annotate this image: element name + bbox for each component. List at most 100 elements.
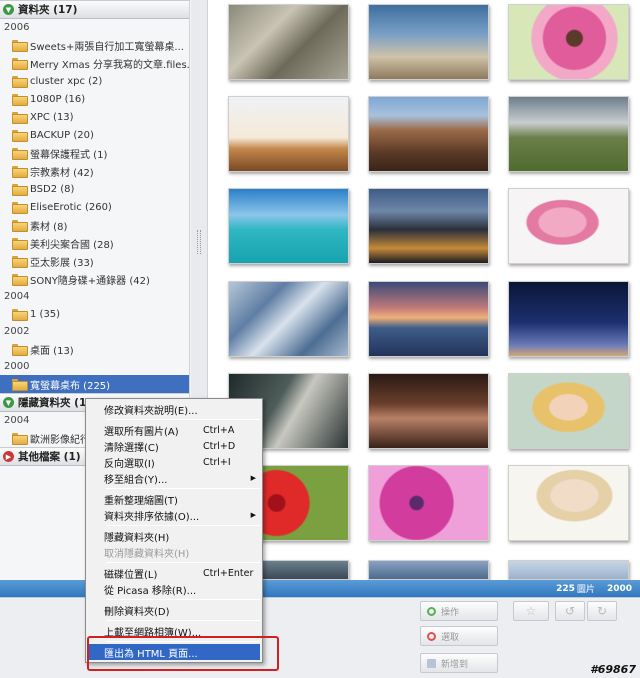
folder-icon: [12, 184, 28, 196]
folder-icon: [12, 433, 28, 445]
collapse-icon[interactable]: ▼: [3, 4, 14, 15]
menu-item-unhide-folder: 取消隱藏資料夾(H): [104, 548, 190, 560]
folder-item[interactable]: EliseErotic (260): [0, 198, 189, 216]
menu-item-invert-selection[interactable]: 反向選取(I) Ctrl+I: [86, 454, 262, 470]
folder-item[interactable]: BSD2 (8): [0, 180, 189, 198]
folder-icon: [12, 220, 28, 232]
rotate-right-icon: ↻: [596, 604, 608, 618]
menu-item-hide-folder[interactable]: 隱藏資料夾(H): [86, 528, 262, 544]
thumbnail-grid: [208, 0, 640, 580]
folder-item[interactable]: 螢幕保護程式 (1): [0, 144, 189, 162]
folder-icon: [12, 256, 28, 268]
folder-icon: [12, 274, 28, 286]
menu-item-remove-from-picasa[interactable]: 從 Picasa 移除(R)...: [86, 581, 262, 597]
menu-separator: [106, 599, 260, 600]
folder-icon: [12, 76, 28, 88]
picture-count-unit: 圖片: [576, 585, 595, 595]
folders-section-header[interactable]: ▼ 資料夾 (17): [0, 0, 189, 19]
folder-icon: [12, 166, 28, 178]
menu-item-delete-folder[interactable]: 刪除資料夾(D): [86, 602, 262, 618]
folder-item[interactable]: XPC (13): [0, 108, 189, 126]
photo-thumbnail[interactable]: [508, 373, 629, 449]
photo-thumbnail[interactable]: [228, 188, 349, 264]
folder-item[interactable]: Merry Xmas 分享我寫的文章.files...: [0, 54, 189, 72]
year-label: 2002: [4, 326, 30, 337]
photo-thumbnail[interactable]: [368, 373, 489, 449]
menu-separator: [106, 525, 260, 526]
photo-thumbnail[interactable]: [508, 465, 629, 541]
folder-icon: [12, 58, 28, 70]
folder-item[interactable]: 桌面 (13): [0, 340, 189, 358]
picture-count: 225: [556, 583, 575, 594]
folder-context-menu: 修改資料夾說明(E)... 選取所有圖片(A) Ctrl+A 清除選擇(C) Ctr…: [85, 398, 263, 663]
folder-item[interactable]: 亞太影展 (33): [0, 252, 189, 270]
menu-item-move-to-collection[interactable]: 移至組合(Y)... ▶: [86, 470, 262, 486]
hold-button[interactable]: 操作: [420, 601, 498, 621]
menu-item-clear-selection[interactable]: 清除選擇(C) Ctrl+D: [86, 438, 262, 454]
folder-icon: [12, 148, 28, 160]
submenu-arrow-icon: ▶: [250, 511, 256, 519]
photo-thumbnail[interactable]: [228, 281, 349, 357]
folder-item[interactable]: BACKUP (20): [0, 126, 189, 144]
expand-icon[interactable]: ▶: [3, 451, 14, 462]
star-button[interactable]: ☆: [513, 601, 549, 621]
photo-thumbnail[interactable]: [368, 96, 489, 172]
rotate-left-icon: ↺: [564, 604, 576, 618]
menu-item-select-all[interactable]: 選取所有圖片(A) Ctrl+A: [86, 422, 262, 438]
photo-thumbnail[interactable]: [508, 4, 629, 80]
folder-item[interactable]: 宗教素材 (42): [0, 162, 189, 180]
submenu-arrow-icon: ▶: [250, 474, 256, 482]
folder-icon: [12, 130, 28, 142]
menu-separator: [106, 620, 260, 621]
folder-icon: [12, 379, 28, 391]
folder-icon: [12, 94, 28, 106]
splitter-grip-icon[interactable]: [197, 230, 201, 254]
photo-thumbnail[interactable]: [508, 281, 629, 357]
folder-icon: [12, 344, 28, 356]
photo-thumbnail[interactable]: [508, 96, 629, 172]
photo-thumbnail[interactable]: [508, 560, 629, 580]
folder-icon: [12, 238, 28, 250]
menu-item-sort-folders[interactable]: 資料夾排序依據(O)... ▶: [86, 507, 262, 523]
collapse-icon[interactable]: ▼: [3, 397, 14, 408]
folder-icon: [12, 40, 28, 52]
folder-icon: [12, 112, 28, 124]
photo-thumbnail[interactable]: [368, 4, 489, 80]
photo-thumbnail[interactable]: [368, 281, 489, 357]
photo-thumbnail[interactable]: [368, 188, 489, 264]
menu-item-disk-location[interactable]: 磁碟位置(L) Ctrl+Enter: [86, 565, 262, 581]
menu-separator: [106, 562, 260, 563]
photo-thumbnail[interactable]: [228, 4, 349, 80]
year-label: 2004: [4, 291, 30, 302]
folder-item[interactable]: cluster xpc (2): [0, 72, 189, 90]
photo-thumbnail[interactable]: [508, 188, 629, 264]
year-label: 2006: [4, 22, 30, 33]
folder-item[interactable]: Sweets+兩張自行加工寬螢幕桌...: [0, 36, 189, 54]
folder-item[interactable]: 美利尖案合國 (28): [0, 234, 189, 252]
folder-item[interactable]: 1080P (16): [0, 90, 189, 108]
star-icon: ☆: [525, 604, 537, 618]
photo-thumbnail[interactable]: [228, 96, 349, 172]
folder-item-selected[interactable]: 寬螢幕桌布 (225): [0, 375, 189, 393]
folder-item[interactable]: SONY隨身碟+通錄器 (42): [0, 270, 189, 288]
photo-thumbnail[interactable]: [368, 465, 489, 541]
menu-separator: [106, 419, 260, 420]
clear-button[interactable]: 選取: [420, 626, 498, 646]
photo-thumbnail[interactable]: [368, 560, 489, 580]
green-dot-icon: [427, 606, 436, 616]
rotate-right-button[interactable]: ↻: [587, 601, 617, 621]
folder-size: 2000: [606, 583, 632, 594]
folder-item[interactable]: 1 (35): [0, 305, 189, 323]
menu-item-edit-description[interactable]: 修改資料夾說明(E)...: [86, 401, 262, 417]
red-dot-icon: [427, 631, 436, 641]
rotate-left-button[interactable]: ↺: [555, 601, 585, 621]
menu-separator: [106, 488, 260, 489]
add-to-button[interactable]: 新增到: [420, 653, 498, 673]
folder-icon: [12, 309, 28, 321]
album-icon: [427, 658, 436, 668]
watermark: #69867: [590, 663, 636, 676]
folder-item[interactable]: 素材 (8): [0, 216, 189, 234]
annotation-highlight-box: [87, 636, 279, 671]
menu-item-refresh-thumbnails[interactable]: 重新整理縮圖(T): [86, 491, 262, 507]
year-label: 2000: [4, 361, 30, 372]
